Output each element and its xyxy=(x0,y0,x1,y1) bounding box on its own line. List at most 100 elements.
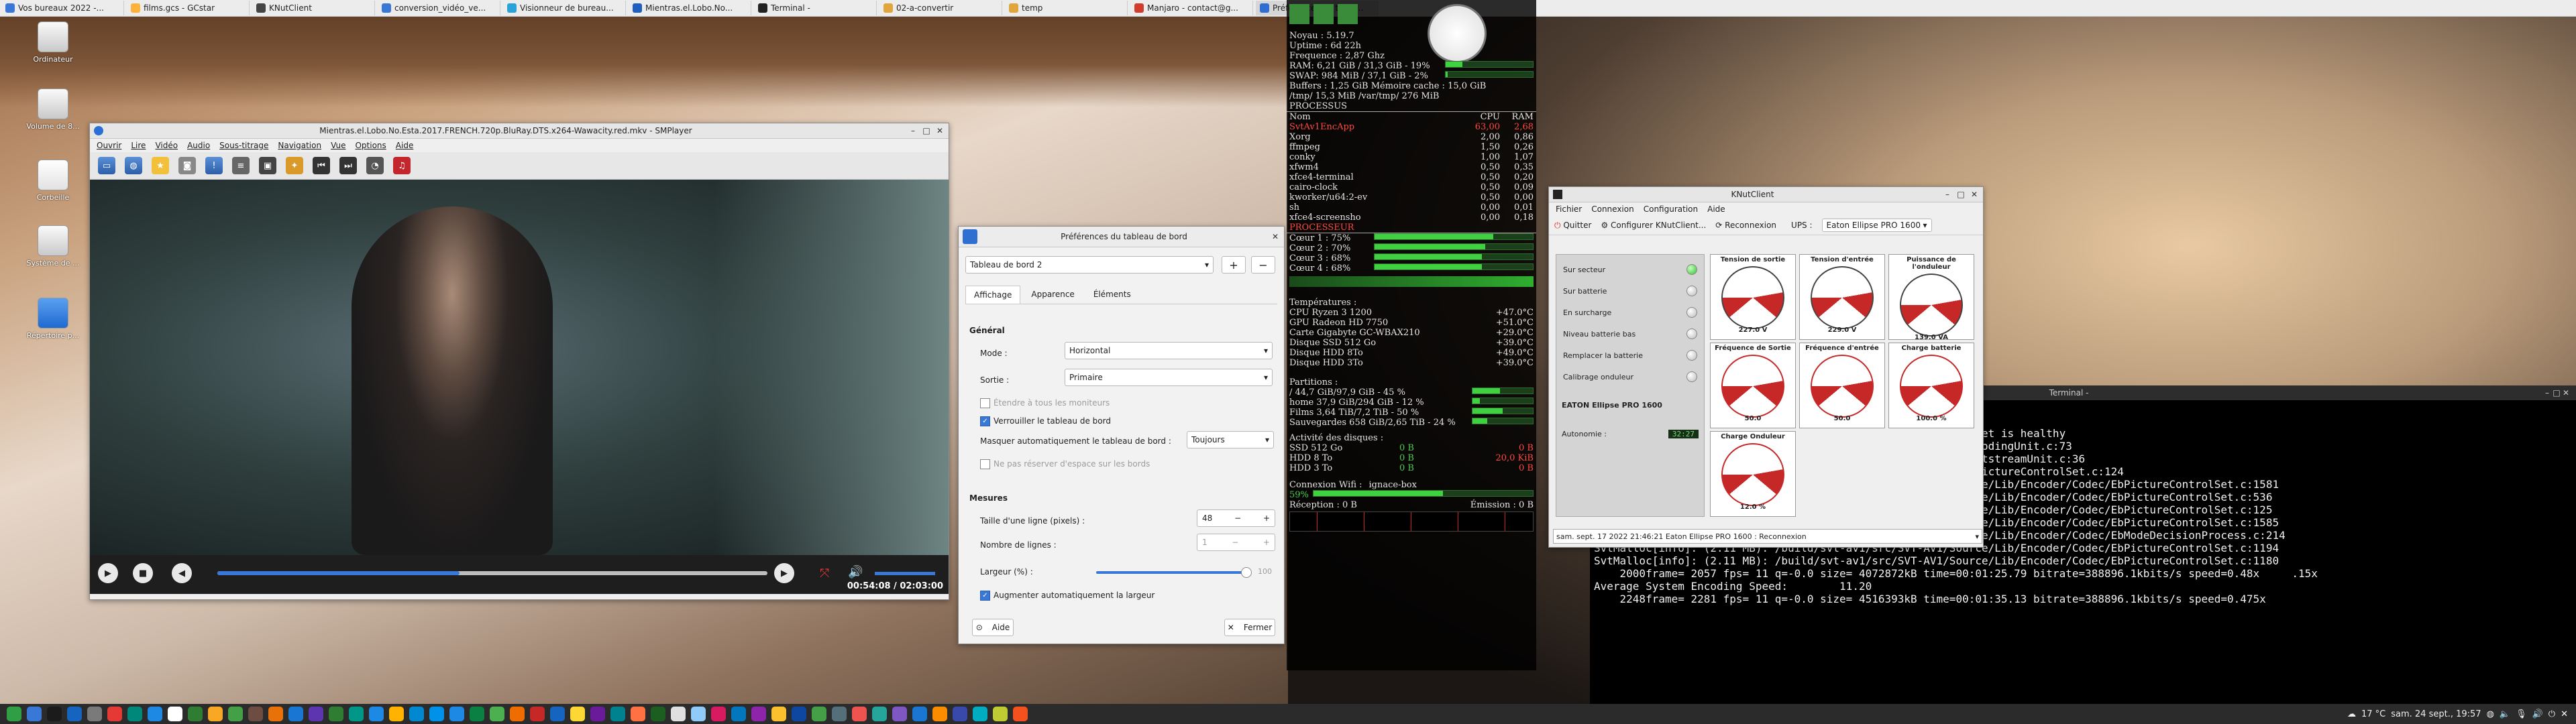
close-dialog-button[interactable]: ✕ Fermer xyxy=(1224,619,1275,636)
desktop-icon-home[interactable]: Répertoire p... xyxy=(23,298,83,340)
auto-width-checkbox[interactable]: ✓ xyxy=(980,591,990,601)
dock-app-icon[interactable] xyxy=(1013,707,1028,721)
dock-app-icon[interactable] xyxy=(107,707,122,721)
auto-width-checkbox-row[interactable]: ✓ Augmenter automatiquement la largeur xyxy=(980,591,1155,601)
info-icon[interactable]: ! xyxy=(205,157,223,174)
prefs-titlebar[interactable]: Préférences du tableau de bord ✕ xyxy=(959,227,1284,247)
tab-apparence[interactable]: Apparence xyxy=(1023,286,1082,304)
dock-app-icon[interactable] xyxy=(329,707,343,721)
taskbar-task[interactable]: KNutClient xyxy=(252,1,375,15)
configure-button[interactable]: ⚙ Configurer KNutClient... xyxy=(1601,221,1706,230)
dock-app-icon[interactable] xyxy=(7,707,21,721)
add-panel-button[interactable]: + xyxy=(1222,256,1246,274)
taskbar-task[interactable]: conversion_vidéo_ve... xyxy=(378,1,500,15)
taskbar-task[interactable]: Mientras.el.Lobo.No... xyxy=(629,1,751,15)
taskbar-task[interactable]: Vos bureaux 2022 -... xyxy=(1,1,124,15)
taskbar-task[interactable]: Manjaro - contact@g... xyxy=(1130,1,1253,15)
dock-app-icon[interactable] xyxy=(610,707,625,721)
dock-app-icon[interactable] xyxy=(309,707,323,721)
menu-item[interactable]: Options xyxy=(355,141,386,150)
menu-item[interactable]: Fichier xyxy=(1556,204,1582,214)
plus-icon[interactable]: + xyxy=(1258,514,1275,523)
menu-item[interactable]: Connexion xyxy=(1591,204,1634,214)
dock-app-icon[interactable] xyxy=(470,707,484,721)
seek-bar[interactable] xyxy=(217,571,767,575)
remove-panel-button[interactable]: − xyxy=(1251,256,1275,274)
dock-app-icon[interactable] xyxy=(47,707,62,721)
preferences-icon[interactable]: ✦ xyxy=(286,157,303,174)
dock-app-icon[interactable] xyxy=(932,707,947,721)
quit-button[interactable]: ⏻ Quitter xyxy=(1554,221,1591,231)
menu-item[interactable]: Navigation xyxy=(278,141,321,150)
stop-icon[interactable]: ■ xyxy=(133,563,153,583)
dock-app-icon[interactable] xyxy=(691,707,706,721)
dock-app-icon[interactable] xyxy=(288,707,303,721)
menu-item[interactable]: Lire xyxy=(131,141,146,150)
dock-app-icon[interactable] xyxy=(449,707,464,721)
close-session-icon[interactable]: ✕ xyxy=(2561,709,2568,719)
speaker-icon[interactable]: 🔊 xyxy=(2532,709,2543,719)
plus-icon[interactable]: + xyxy=(1258,538,1275,547)
dock-app-icon[interactable] xyxy=(993,707,1008,721)
close-button[interactable]: ✕ xyxy=(1970,190,1979,199)
minus-icon[interactable]: − xyxy=(1230,514,1246,523)
dock-app-icon[interactable] xyxy=(631,707,645,721)
dock-app-icon[interactable] xyxy=(792,707,806,721)
dock-app-icon[interactable] xyxy=(349,707,364,721)
rows-stepper[interactable]: 1 − + xyxy=(1197,534,1275,551)
open-folder-icon[interactable]: ▭ xyxy=(98,157,115,174)
video-area[interactable] xyxy=(90,180,949,555)
extend-checkbox[interactable] xyxy=(980,398,990,408)
dock-app-icon[interactable] xyxy=(973,707,987,721)
globe-icon[interactable]: ◍ xyxy=(125,157,142,174)
dock-app-icon[interactable] xyxy=(429,707,444,721)
menu-item[interactable]: Ouvrir xyxy=(97,141,121,150)
desktop-icon-filesystem[interactable]: Système de ... xyxy=(23,225,83,267)
reserve-checkbox-row[interactable]: Ne pas réserver d'espace sur les bords xyxy=(980,459,1150,469)
favorites-star-icon[interactable]: ★ xyxy=(152,157,169,174)
dock-app-icon[interactable] xyxy=(127,707,142,721)
dock-app-icon[interactable] xyxy=(530,707,545,721)
dock-app-icon[interactable] xyxy=(812,707,826,721)
dock-app-icon[interactable] xyxy=(228,707,243,721)
minimize-button[interactable]: – xyxy=(1943,190,1952,199)
reconnect-button[interactable]: ⟳ Reconnexion xyxy=(1715,221,1776,230)
dock-app-icon[interactable] xyxy=(67,707,82,721)
dock-app-icon[interactable] xyxy=(490,707,504,721)
extend-checkbox-row[interactable]: Étendre à tous les moniteurs xyxy=(980,398,1110,408)
volume-icon[interactable]: 🔈 xyxy=(2500,709,2510,719)
ups-select[interactable]: Eaton Ellipse PRO 1600 ▾ xyxy=(1821,219,1932,232)
dock-app-icon[interactable] xyxy=(188,707,203,721)
close-button[interactable]: ✕ xyxy=(935,126,945,135)
taskbar-task[interactable]: Visionneur de bureau... xyxy=(503,1,626,15)
menu-item[interactable]: Configuration xyxy=(1644,204,1698,214)
dock-app-icon[interactable] xyxy=(771,707,786,721)
dock-app-icon[interactable] xyxy=(892,707,907,721)
lock-checkbox[interactable]: ✓ xyxy=(980,416,990,426)
dock-app-icon[interactable] xyxy=(671,707,686,721)
playlist-icon[interactable]: ≡ xyxy=(232,157,250,174)
dock-app-icon[interactable] xyxy=(651,707,665,721)
dock-app-icon[interactable] xyxy=(27,707,42,721)
menu-item[interactable]: Sous-titrage xyxy=(219,141,268,150)
dock-app-icon[interactable] xyxy=(731,707,746,721)
desktop-icon-volume[interactable]: Volume de 8... xyxy=(23,88,83,131)
knut-titlebar[interactable]: KNutClient – □ ✕ xyxy=(1549,187,1983,202)
dock-app-icon[interactable] xyxy=(268,707,283,721)
menu-item[interactable]: Vue xyxy=(331,141,345,150)
reserve-checkbox[interactable] xyxy=(980,459,990,469)
row-size-stepper[interactable]: 48 − + xyxy=(1197,509,1275,527)
skip-back-icon[interactable]: ⏮ xyxy=(313,157,330,174)
autohide-select[interactable]: Toujours ▾ xyxy=(1187,431,1274,448)
tab-affichage[interactable]: Affichage xyxy=(965,286,1021,304)
panel-select[interactable]: Tableau de bord 2 ▾ xyxy=(965,256,1214,274)
dock-app-icon[interactable] xyxy=(248,707,263,721)
dock-app-icon[interactable] xyxy=(148,707,162,721)
dock-app-icon[interactable] xyxy=(590,707,605,721)
dock-app-icon[interactable] xyxy=(369,707,384,721)
output-select[interactable]: Primaire ▾ xyxy=(1065,369,1273,386)
dock-app-icon[interactable] xyxy=(208,707,223,721)
equalizer-icon[interactable]: ♫ xyxy=(393,157,411,174)
close-button[interactable]: ✕ xyxy=(2561,388,2571,398)
minus-icon[interactable]: − xyxy=(1227,538,1243,547)
